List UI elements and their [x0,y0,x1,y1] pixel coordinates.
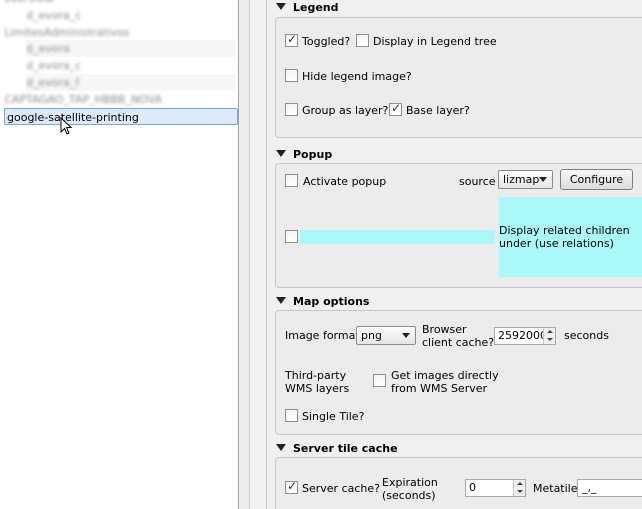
expiration-spinbox[interactable]: 0 [465,479,526,497]
layer-properties-panel: Legend Toggled? Display in Legend tree H… [268,0,642,509]
tree-item-label: overview [4,0,54,5]
group-as-layer-label: Group as layer? [302,104,389,117]
section-title: Server tile cache [293,442,398,455]
metatile-label: Metatile [533,482,578,495]
image-format-select[interactable]: png [356,326,416,345]
tree-item-label: d_evora_c [26,9,82,22]
third-party-wms-label: Third-party WMS layers [285,369,350,395]
layer-tree[interactable]: overview d_evora_c LimitesAdministrativo… [0,0,239,509]
collapse-triangle-icon [276,297,286,304]
toggled-label: Toggled? [302,35,351,48]
source-label: source [459,175,496,188]
display-in-legend-tree-label: Display in Legend tree [373,35,497,48]
image-format-value: png [361,329,382,342]
chevron-down-icon [402,333,410,338]
expiration-value: 0 [469,481,476,494]
legend-group: Toggled? Display in Legend tree Hide leg… [275,17,642,138]
section-title: Popup [293,148,333,161]
tree-item[interactable]: d_evora_c [26,57,236,74]
tree-item-label: CAPTAGAO_TAP_HBBB_NOVA [4,93,163,106]
tree-item-label: d_evora_c [26,59,82,72]
toggled-checkbox[interactable] [285,32,298,47]
chevron-down-icon [539,177,547,182]
metatile-input[interactable]: _,_ [577,479,642,497]
activate-popup-checkbox[interactable] [285,174,298,187]
browser-cache-label: Browser client cache? [422,323,495,349]
hide-legend-image-label: Hide legend image? [302,70,412,83]
server-cache-label: Server cache? [302,482,380,495]
display-in-legend-tree-checkbox[interactable] [356,34,369,47]
section-title: Map options [293,295,370,308]
tree-item-label: d_evora_f [26,76,80,89]
map-options-group: Image format png Browser client cache? 2… [275,310,642,435]
source-select[interactable]: lizmap [498,170,553,189]
get-images-directly-checkbox[interactable] [373,374,386,387]
browser-cache-value: 2592000 [498,329,547,342]
collapse-triangle-icon [276,3,286,10]
server-tile-cache-group: Server cache? Expiration (seconds) 0 Met… [275,457,642,509]
browser-cache-spinbox[interactable]: 2592000 [494,327,556,345]
spin-up-icon[interactable] [543,328,555,336]
tree-item[interactable]: LimitesAdministrativos [4,24,236,41]
base-layer-label: Base layer? [406,104,470,117]
expiration-label: Expiration (seconds) [382,476,438,502]
tree-item[interactable]: d_evora [26,40,236,57]
metatile-value: _,_ [582,481,597,494]
server-cache-checkbox[interactable] [285,479,298,494]
tree-item[interactable]: CAPTAGAO_TAP_HBBB_NOVA [4,91,236,108]
map-options-section-header[interactable]: Map options [276,294,369,310]
configure-button[interactable]: Configure [560,169,633,190]
single-tile-checkbox[interactable] [285,409,298,422]
spin-up-icon[interactable] [513,480,525,488]
vertical-scrollbar[interactable] [251,0,267,509]
base-layer-checkbox[interactable] [389,101,402,116]
collapse-triangle-icon [276,444,286,451]
tree-item[interactable]: d_evora_c [26,7,236,24]
spin-down-icon[interactable] [543,336,555,344]
legend-section-header[interactable]: Legend [276,0,339,16]
mouse-cursor-icon [60,117,73,135]
hide-legend-image-checkbox[interactable] [285,69,298,82]
collapse-triangle-icon [276,150,286,157]
tree-item[interactable]: d_evora_f [26,74,236,91]
panel-splitter[interactable] [240,0,250,509]
related-children-label: Display related children under (use rela… [499,224,630,250]
popup-section-header[interactable]: Popup [276,147,332,163]
section-title: Legend [293,1,339,14]
related-children-checkbox[interactable] [285,230,298,243]
server-tile-cache-section-header[interactable]: Server tile cache [276,441,398,457]
image-format-label: Image format [285,329,360,342]
source-value: lizmap [503,173,540,186]
tree-item[interactable]: overview [4,0,234,7]
tree-item-selected[interactable]: google-satellite-printing [4,108,238,125]
single-tile-label: Single Tile? [302,410,365,423]
related-children-highlight [300,230,495,244]
popup-group: Activate popup source lizmap Configure D… [275,163,642,288]
get-images-directly-label: Get images directly from WMS Server [391,369,499,395]
group-as-layer-checkbox[interactable] [285,103,298,116]
tree-item-label: d_evora [26,42,70,55]
tree-item-label: LimitesAdministrativos [4,26,130,39]
seconds-label: seconds [564,329,609,342]
spin-down-icon[interactable] [513,488,525,496]
activate-popup-label: Activate popup [303,175,387,188]
